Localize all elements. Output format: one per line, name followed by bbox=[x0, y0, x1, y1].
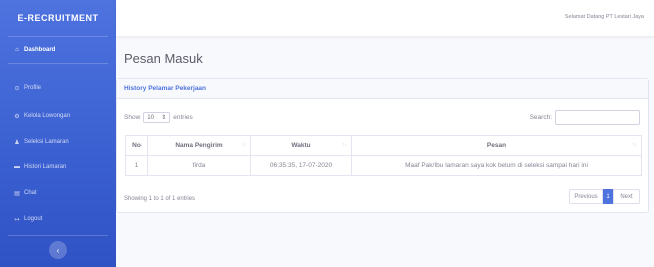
page-title: Pesan Masuk bbox=[124, 51, 203, 66]
sidebar-item-logout[interactable]: ↦ Logout bbox=[0, 212, 116, 226]
sort-icon: ↑↓ bbox=[138, 142, 143, 148]
folder-icon: ▬ bbox=[14, 164, 20, 170]
column-header-no[interactable]: No ↑↓ bbox=[125, 135, 148, 156]
brand-title[interactable]: E-RECRUITMENT bbox=[0, 0, 116, 36]
user-circle-icon: ⊙ bbox=[14, 85, 20, 92]
show-label: Show bbox=[124, 114, 141, 121]
sidebar-item-kelola-lowongan[interactable]: ⚙ Kelola Lowongan bbox=[0, 109, 116, 123]
column-header-pesan[interactable]: Pesan ↑↓ bbox=[351, 135, 642, 156]
table-row: 1 firda 06:35:35, 17-07-2020 Maaf Pak/Ib… bbox=[125, 155, 642, 176]
sidebar-divider bbox=[8, 235, 108, 236]
history-card: History Pelamar Pekerjaan Show 10 ⇕ entr… bbox=[116, 78, 649, 213]
sidebar-divider bbox=[8, 63, 108, 64]
page-1-button[interactable]: 1 bbox=[603, 189, 613, 204]
next-page-button[interactable]: Next bbox=[613, 189, 640, 204]
sidebar-item-dashboard[interactable]: ⌂ Dashboard bbox=[0, 43, 116, 57]
sidebar-item-label: Dashboard bbox=[24, 47, 56, 53]
sidebar-item-label: Logout bbox=[24, 216, 43, 222]
sidebar-item-seleksi-lamaran[interactable]: ♟ Seleksi Lamaran bbox=[0, 135, 116, 149]
sidebar-item-label: Seleksi Lamaran bbox=[24, 139, 69, 145]
sidebar-divider bbox=[8, 36, 108, 37]
table-info: Showing 1 to 1 of 1 entries bbox=[124, 196, 196, 202]
sidebar-item-chat[interactable]: ▤ Chat bbox=[0, 186, 116, 200]
chevron-updown-icon: ⇕ bbox=[161, 115, 167, 121]
cell-waktu: 06:35:35, 17-07-2020 bbox=[250, 155, 352, 176]
sidebar-item-label: Profile bbox=[24, 85, 42, 91]
chevron-left-icon: ‹ bbox=[56, 245, 60, 255]
sort-icon: ↑↓ bbox=[241, 142, 246, 148]
topbar: Selamat Datang PT Lestari Jaya bbox=[116, 0, 654, 36]
sort-icon: ↑↓ bbox=[632, 142, 637, 148]
previous-page-button[interactable]: Previous bbox=[569, 189, 603, 204]
search-control: Search: bbox=[530, 110, 640, 125]
card-header: History Pelamar Pekerjaan bbox=[117, 79, 648, 99]
pagination: Previous 1 Next bbox=[569, 189, 640, 204]
search-input[interactable] bbox=[555, 110, 640, 125]
column-header-waktu[interactable]: Waktu ↑↓ bbox=[250, 135, 352, 156]
cell-pesan: Maaf Pak/Ibu lamaran saya kok belum di s… bbox=[351, 155, 642, 176]
entries-length-control: Show 10 ⇕ entries bbox=[124, 112, 193, 123]
sidebar-item-label: Kelola Lowongan bbox=[24, 113, 71, 119]
entries-label: entries bbox=[173, 114, 193, 121]
entries-select-value: 10 bbox=[147, 114, 154, 121]
sort-icon: ↑↓ bbox=[342, 142, 347, 148]
sidebar-item-label: Histori Lamaran bbox=[24, 164, 67, 170]
chat-icon: ▤ bbox=[14, 190, 20, 197]
cell-no: 1 bbox=[125, 155, 148, 176]
sidebar-toggle-button[interactable]: ‹ bbox=[49, 241, 67, 259]
sidebar-item-histori-lamaran[interactable]: ▬ Histori Lamaran bbox=[0, 160, 116, 174]
sidebar-item-profile[interactable]: ⊙ Profile bbox=[0, 81, 116, 95]
column-header-nama-pengirim[interactable]: Nama Pengirim ↑↓ bbox=[147, 135, 251, 156]
home-icon: ⌂ bbox=[15, 47, 19, 53]
messages-table: No ↑↓ Nama Pengirim ↑↓ Waktu ↑↓ Pesan ↑↓ 1 f… bbox=[125, 135, 642, 176]
logout-icon: ↦ bbox=[14, 216, 20, 223]
cell-nama-pengirim: firda bbox=[147, 155, 251, 176]
entries-select[interactable]: 10 ⇕ bbox=[143, 112, 171, 123]
gear-icon: ⚙ bbox=[14, 113, 20, 120]
table-header-row: No ↑↓ Nama Pengirim ↑↓ Waktu ↑↓ Pesan ↑↓ bbox=[125, 135, 642, 156]
sidebar-item-label: Chat bbox=[24, 190, 37, 196]
user-greeting[interactable]: Selamat Datang PT Lestari Jaya bbox=[565, 14, 644, 20]
user-icon: ♟ bbox=[14, 139, 20, 146]
search-label: Search: bbox=[529, 114, 552, 121]
sidebar: E-RECRUITMENT ⌂ Dashboard ⊙ Profile ⚙ Ke… bbox=[0, 0, 116, 267]
